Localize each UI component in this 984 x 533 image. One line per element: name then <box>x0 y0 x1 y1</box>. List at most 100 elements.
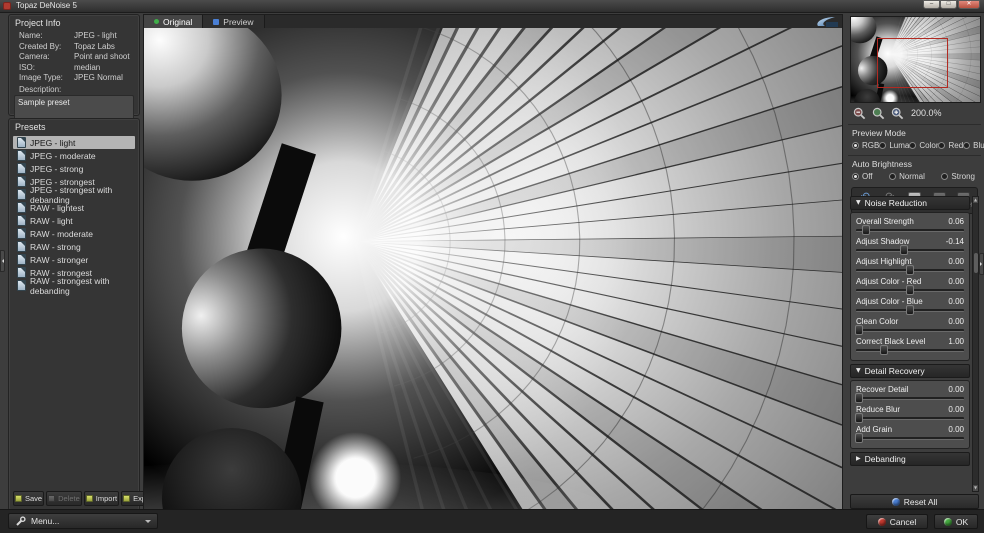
preset-item-raw-stronger[interactable]: RAW - stronger <box>13 253 135 266</box>
file-icon <box>17 215 26 226</box>
section-header-noise-reduction[interactable]: ▼Noise Reduction <box>850 196 970 210</box>
zoom-fit-button[interactable] <box>871 106 885 120</box>
slider-value: 0.00 <box>948 257 964 266</box>
preset-item-jpeg-strong[interactable]: JPEG - strong <box>13 162 135 175</box>
slider-track[interactable] <box>856 289 964 292</box>
slider-track[interactable] <box>856 437 964 440</box>
preset-item-raw-moderate[interactable]: RAW - moderate <box>13 227 135 240</box>
slider-handle[interactable] <box>855 433 863 443</box>
file-icon <box>17 189 26 200</box>
slider-scroll-area: ▼Noise ReductionOverall Strength0.06 Adj… <box>850 196 979 492</box>
menu-button[interactable]: Menu... <box>8 513 158 529</box>
tab-preview-label: Preview <box>223 17 253 27</box>
preset-buttons: SaveDeleteImportExport <box>13 491 135 506</box>
maximize-button[interactable]: □ <box>940 0 957 9</box>
ok-button[interactable]: OK <box>934 514 978 529</box>
preset-item-raw-light[interactable]: RAW - light <box>13 214 135 227</box>
tab-original[interactable]: Original <box>144 15 203 28</box>
radio-color[interactable]: Color <box>909 141 938 150</box>
slider-handle[interactable] <box>862 225 870 235</box>
title-bar[interactable]: Topaz DeNoise 5 – □ ✕ <box>0 0 984 13</box>
slider-track[interactable] <box>856 249 964 252</box>
scroll-up-arrow[interactable]: ▲ <box>973 197 978 203</box>
file-icon <box>17 202 26 213</box>
slider-handle[interactable] <box>900 245 908 255</box>
wrench-icon <box>15 516 26 527</box>
radio-dot <box>938 142 945 149</box>
import-icon <box>86 495 93 502</box>
slider-track[interactable] <box>856 269 964 272</box>
preset-item-jpeg-moderate[interactable]: JPEG - moderate <box>13 149 135 162</box>
preview-mode-options: RGBLumaColorRedBlue <box>848 139 981 153</box>
info-row-image-type: Image Type:JPEG Normal <box>19 73 139 84</box>
zoom-in-button[interactable] <box>890 106 904 120</box>
delete-icon <box>48 495 55 502</box>
slider-value: 1.00 <box>948 337 964 346</box>
navigator-thumbnail[interactable] <box>850 16 981 103</box>
section-header-detail-recovery[interactable]: ▼Detail Recovery <box>850 364 970 378</box>
slider-recover-detail: Recover Detail0.00 <box>856 385 964 405</box>
slider-track[interactable] <box>856 349 964 352</box>
section-header-debanding[interactable]: ▶Debanding <box>850 452 970 466</box>
scroll-thumb[interactable] <box>974 253 978 273</box>
zoom-out-button[interactable] <box>852 106 866 120</box>
adjustments-panel: 200.0% Preview Mode RGBLumaColorRedBlue … <box>848 14 981 509</box>
file-icon <box>17 228 26 239</box>
radio-dot <box>879 142 886 149</box>
collapse-right-panel-handle[interactable] <box>979 253 984 275</box>
slider-handle[interactable] <box>855 413 863 423</box>
auto-brightness-options: Off Normal Strong <box>848 170 981 184</box>
radio-strong[interactable]: Strong <box>941 172 975 181</box>
preset-item-jpeg-light[interactable]: JPEG - light <box>13 136 135 149</box>
preset-item-raw-strong[interactable]: RAW - strong <box>13 240 135 253</box>
close-button[interactable]: ✕ <box>958 0 980 9</box>
viewer-tab-bar: Original Preview <box>144 15 842 29</box>
save-button[interactable]: Save <box>13 491 44 506</box>
radio-blue[interactable]: Blue <box>963 141 984 150</box>
triangle-down-icon: ▼ <box>856 368 861 374</box>
radio-luma[interactable]: Luma <box>879 141 909 150</box>
scrollbar[interactable]: ▲ ▼ <box>972 196 979 492</box>
auto-brightness-title: Auto Brightness <box>848 155 981 170</box>
presets-title: Presets <box>9 119 139 134</box>
slider-adjust-color-red: Adjust Color - Red0.00 <box>856 277 964 297</box>
slider-adjust-color-blue: Adjust Color - Blue0.00 <box>856 297 964 317</box>
slider-handle[interactable] <box>855 393 863 403</box>
slider-track[interactable] <box>856 309 964 312</box>
slider-handle[interactable] <box>906 265 914 275</box>
slider-track[interactable] <box>856 397 964 400</box>
navigator-view-rect[interactable] <box>877 38 949 88</box>
radio-normal[interactable]: Normal <box>889 172 925 181</box>
slider-handle[interactable] <box>906 305 914 315</box>
preset-item-jpeg-strongest-with-debanding[interactable]: JPEG - strongest with debanding <box>13 188 135 201</box>
bottom-bar: Menu... Cancel OK <box>0 509 984 533</box>
slider-track[interactable] <box>856 329 964 332</box>
delete-button[interactable]: Delete <box>46 491 82 506</box>
original-status-dot <box>154 19 159 24</box>
triangle-down-icon: ▼ <box>856 200 861 206</box>
cancel-button[interactable]: Cancel <box>866 514 928 529</box>
radio-rgb[interactable]: RGB <box>852 141 879 150</box>
triangle-right-icon: ▶ <box>856 456 861 462</box>
window-title: Topaz DeNoise 5 <box>16 1 77 10</box>
preset-item-raw-strongest-with-debanding[interactable]: RAW - strongest with debanding <box>13 279 135 292</box>
ok-icon <box>944 518 952 526</box>
reset-all-button[interactable]: Reset All <box>850 494 979 509</box>
slider-handle[interactable] <box>906 285 914 295</box>
info-row-created-by: Created By:Topaz Labs <box>19 42 139 53</box>
slider-adjust-shadow: Adjust Shadow-0.14 <box>856 237 964 257</box>
slider-track[interactable] <box>856 417 964 420</box>
image-preview[interactable] <box>144 28 842 509</box>
presets-panel: Presets JPEG - lightJPEG - moderateJPEG … <box>8 118 140 511</box>
slider-handle[interactable] <box>880 345 888 355</box>
import-button[interactable]: Import <box>84 491 119 506</box>
file-icon <box>17 176 26 187</box>
minimize-button[interactable]: – <box>923 0 940 9</box>
slider-handle[interactable] <box>855 325 863 335</box>
tab-preview[interactable]: Preview <box>203 15 264 28</box>
scroll-down-arrow[interactable]: ▼ <box>973 485 978 491</box>
slider-track[interactable] <box>856 229 964 232</box>
radio-off[interactable]: Off <box>852 172 873 181</box>
radio-red[interactable]: Red <box>938 141 963 150</box>
collapse-left-panel-handle[interactable] <box>0 250 5 272</box>
